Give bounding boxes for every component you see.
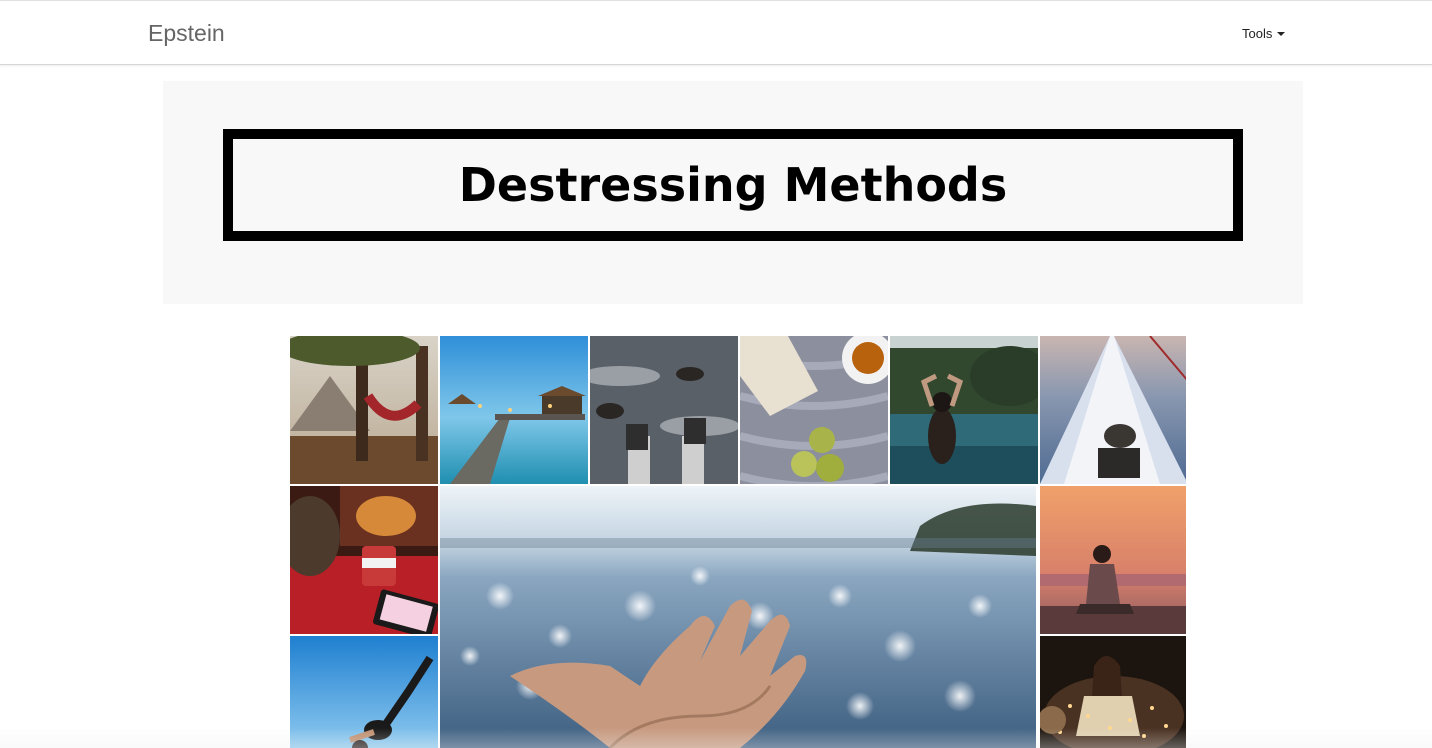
page-title: Destressing Methods [458, 158, 1008, 212]
woman-sunset-photo[interactable] [1040, 486, 1186, 634]
book-tea-pears-photo[interactable] [740, 336, 888, 484]
yoga-pose-sky-photo[interactable] [290, 636, 438, 748]
brand-link[interactable]: Epstein [148, 20, 225, 47]
woman-fairy-lights-photo[interactable] [1040, 636, 1186, 748]
hand-sea-sparkle-photo[interactable] [440, 486, 1036, 748]
infinity-pool-photo[interactable] [890, 336, 1038, 484]
top-navbar: Epstein Tools [0, 0, 1432, 65]
tools-label: Tools [1242, 26, 1273, 41]
fireplace-mug-photo[interactable] [290, 486, 438, 634]
caret-down-icon [1277, 32, 1286, 36]
title-frame: Destressing Methods [223, 129, 1243, 241]
hammock-mountain-photo[interactable] [290, 336, 438, 484]
boat-bow-dog-photo[interactable] [1040, 336, 1186, 484]
feet-rocks-water-photo[interactable] [590, 336, 738, 484]
photo-gallery [290, 336, 1186, 748]
tools-dropdown[interactable]: Tools [1242, 26, 1286, 41]
pier-lanterns-photo[interactable] [440, 336, 588, 484]
hero-banner: Destressing Methods [163, 81, 1303, 304]
